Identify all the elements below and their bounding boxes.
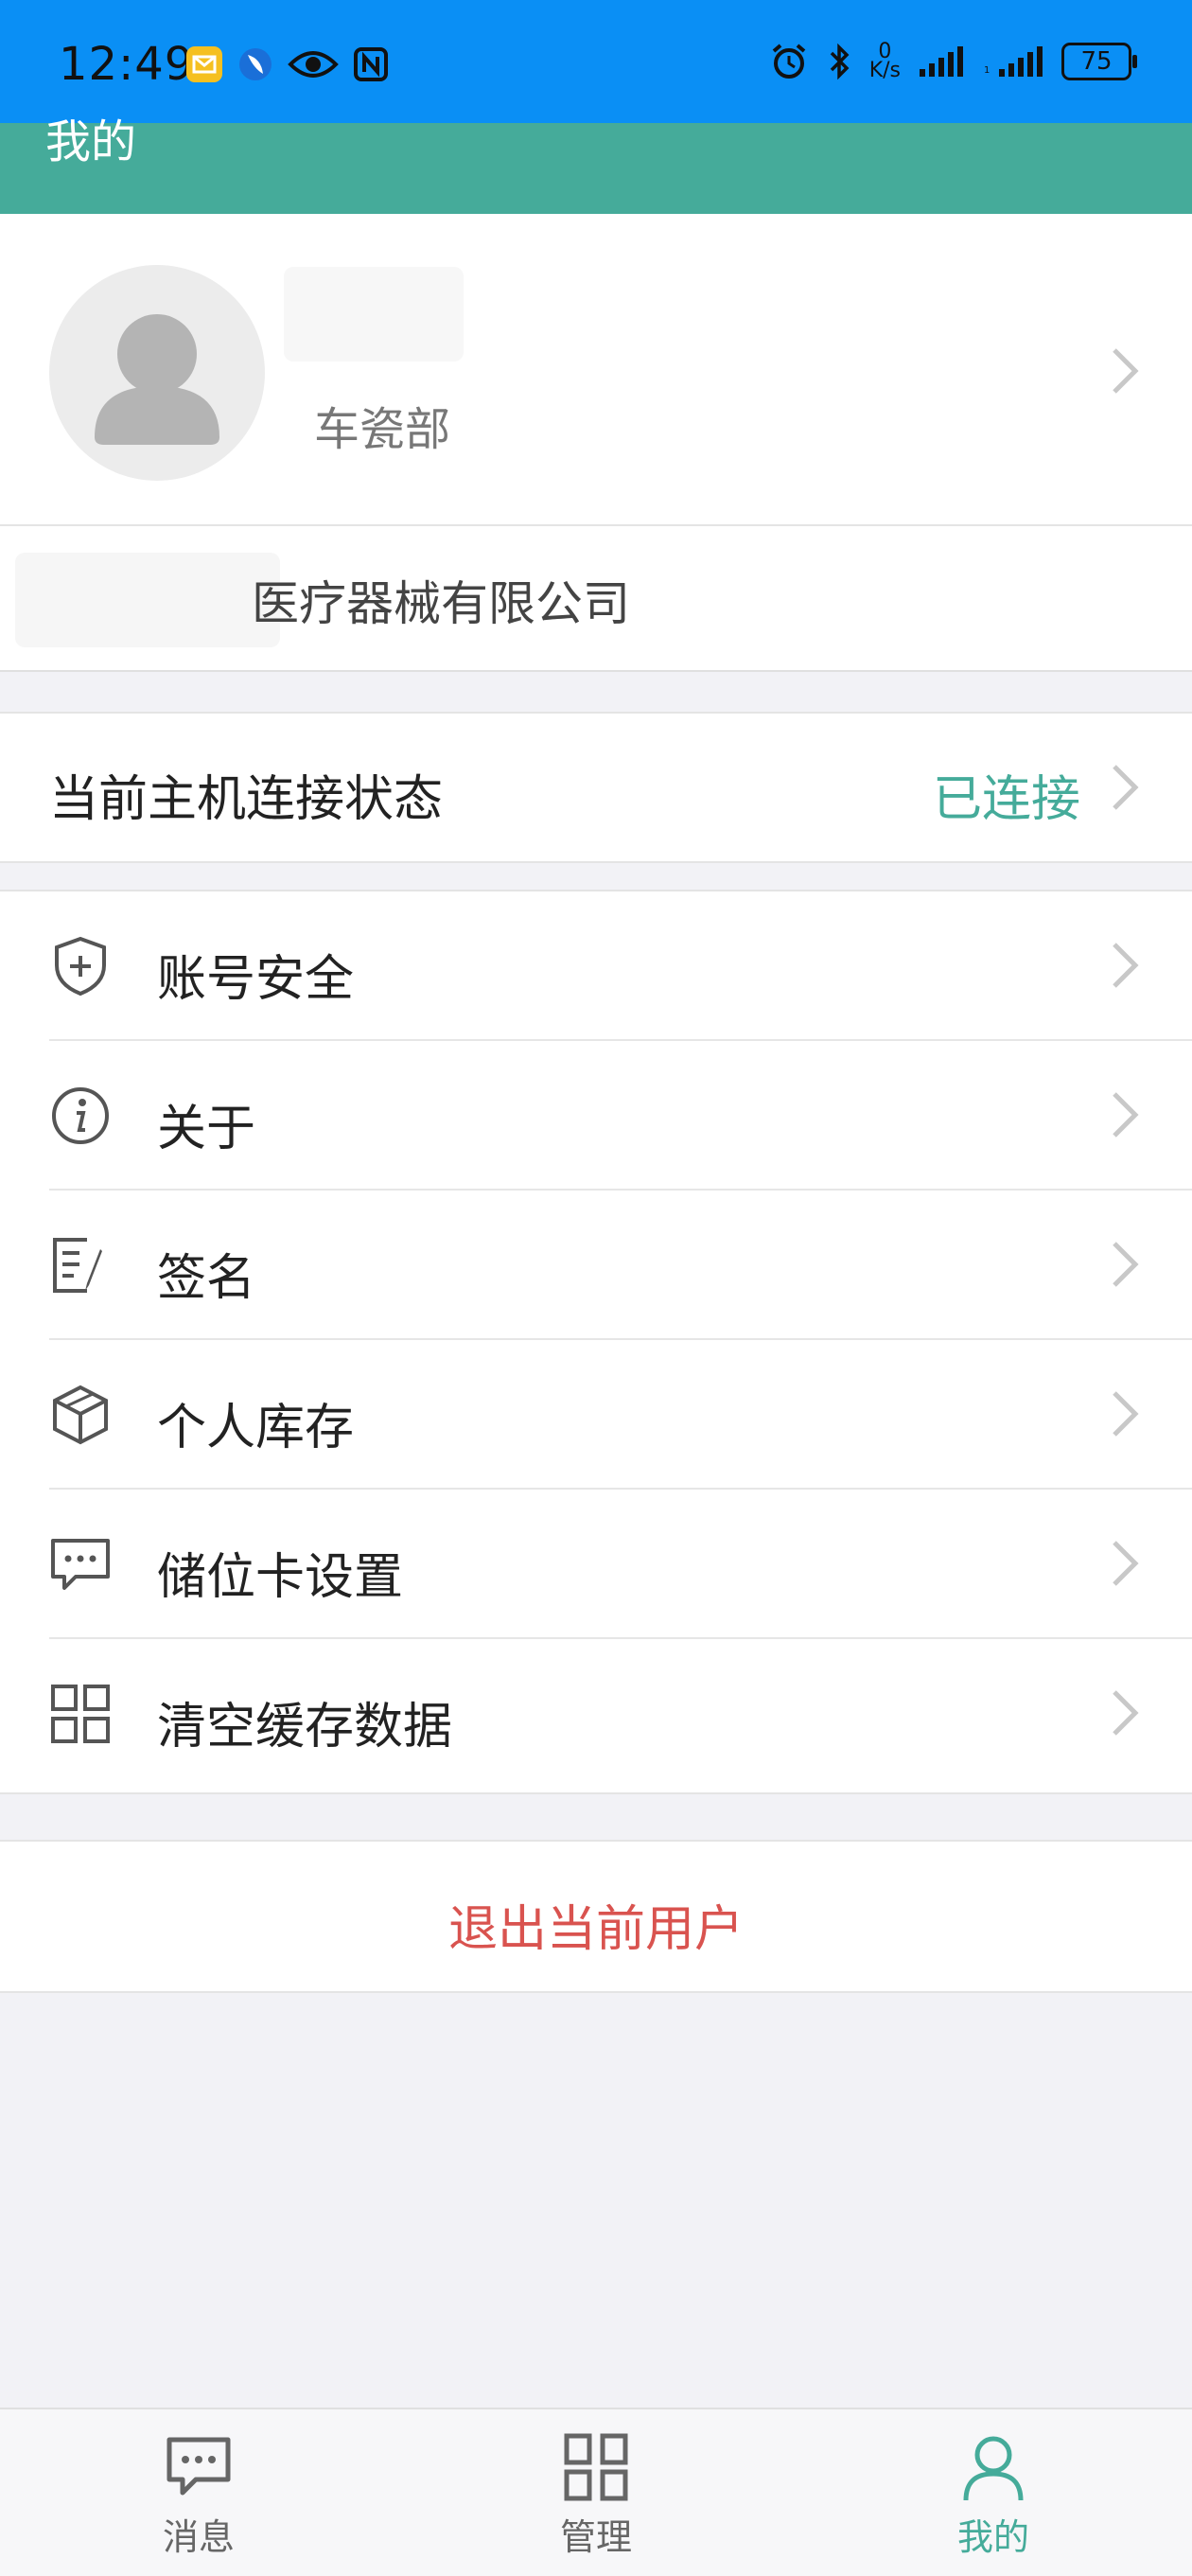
battery-level: 75 [1080,47,1113,76]
bottom-tab-bar: 消息 管理 我的 [0,2408,1192,2576]
chevron-right-icon [1113,1242,1139,1287]
status-time: 12:49 [59,38,195,91]
menu-label: 关于 [157,1101,256,1157]
bluetooth-icon [830,43,850,80]
menu-label: 签名 [157,1250,256,1307]
battery-indicator: 75 [1061,43,1137,80]
avatar-placeholder-icon [95,314,219,445]
chevron-right-icon [1113,348,1139,394]
chat-dots-icon [51,1539,110,1590]
page-title: 我的 [45,115,137,168]
menu-label: 储位卡设置 [157,1549,404,1606]
status-right-icons: 0 K/s 1 75 [769,42,1137,82]
chevron-right-icon [1113,1391,1139,1437]
menu-item-signature[interactable]: 签名 [0,1191,1192,1340]
logout-label: 退出当前用户 [447,1901,744,1958]
menu-item-personal-inventory[interactable]: 个人库存 [0,1340,1192,1490]
network-speed: 0 K/s [868,42,901,82]
connection-status-value: 已连接 [932,771,1080,828]
menu-item-account-security[interactable]: 账号安全 [0,891,1192,1041]
grid-icon [51,1685,110,1743]
connection-status-row[interactable]: 当前主机连接状态 已连接 [0,712,1192,863]
chevron-right-icon [1113,765,1139,810]
tab-label: 我的 [956,2516,1029,2558]
user-name-redacted [284,267,464,362]
signature-icon [53,1238,102,1293]
menu-item-storage-card-settings[interactable]: 储位卡设置 [0,1490,1192,1639]
company-row: 医疗器械有限公司 [0,526,1192,672]
signal-icon [920,46,963,77]
tab-label: 管理 [559,2516,632,2558]
chevron-right-icon [1113,1690,1139,1736]
chevron-right-icon [1113,1541,1139,1586]
menu-label: 账号安全 [157,951,355,1008]
connection-status-label: 当前主机连接状态 [49,771,444,828]
tab-messages[interactable]: 消息 [95,2430,303,2560]
tab-label: 消息 [162,2516,235,2558]
shield-plus-icon [55,936,106,997]
mail-app-icon [186,46,222,82]
grid-icon [564,2433,628,2501]
user-icon [963,2436,1024,2501]
tab-mine[interactable]: 我的 [889,2430,1097,2560]
app-notification-icon [239,48,272,80]
svg-text:1: 1 [984,65,990,76]
company-name-redacted [15,553,280,647]
tab-management[interactable]: 管理 [492,2430,700,2560]
alarm-icon [772,44,805,79]
status-left-icons [185,45,390,83]
settings-menu: 账号安全 关于 签名 个人库存 储位卡设置 清空缓存数据 [0,890,1192,1794]
header-bar: 我的 [0,115,1192,214]
avatar [49,265,265,481]
message-icon [167,2437,231,2496]
eye-icon [288,51,339,78]
menu-label: 个人库存 [157,1400,355,1456]
chevron-right-icon [1113,1092,1139,1138]
department-label: 车瓷部 [314,403,451,456]
info-icon [52,1087,109,1144]
network-speed-unit: K/s [868,59,901,82]
logout-button[interactable]: 退出当前用户 [0,1840,1192,1993]
company-name: 医疗器械有限公司 [252,576,630,631]
menu-label: 清空缓存数据 [157,1699,453,1756]
box-icon [53,1385,108,1445]
signal-2-icon: 1 [984,46,1043,77]
menu-item-clear-cache[interactable]: 清空缓存数据 [0,1639,1192,1789]
nfc-icon [354,47,388,81]
menu-item-about[interactable]: 关于 [0,1041,1192,1191]
chevron-right-icon [1113,943,1139,988]
status-bar: 12:49 0 K/s 1 75 [0,0,1192,123]
profile-card[interactable]: 车瓷部 [0,214,1192,526]
